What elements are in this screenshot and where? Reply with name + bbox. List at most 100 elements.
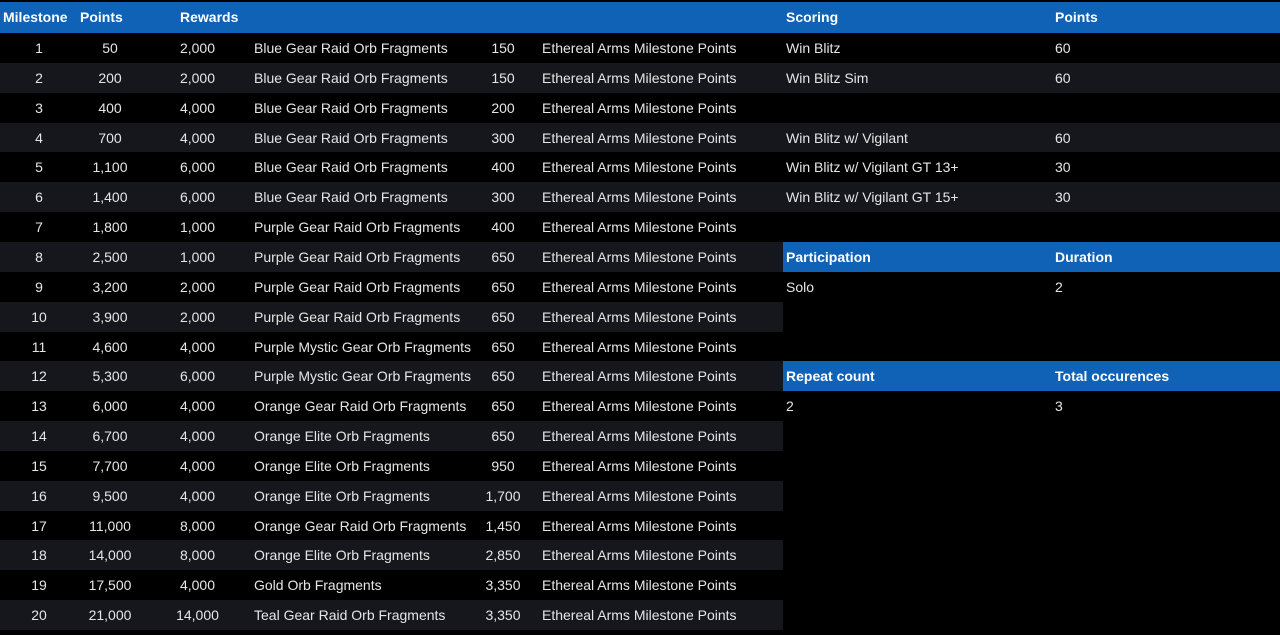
header-scoring-points: Points <box>1055 9 1098 25</box>
scoring-label: Participation <box>786 248 871 265</box>
scoring-row <box>783 331 1280 362</box>
header-scoring: Scoring <box>786 9 839 25</box>
table-row: 4 700 4,000 Blue Gear Raid Orb Fragments 300… <box>0 122 783 153</box>
milestone-number: 16 <box>31 487 47 504</box>
milestone-points: 1,400 <box>92 189 128 206</box>
section-header-row: Participation Duration <box>783 241 1280 272</box>
milestone-number: 14 <box>31 428 47 445</box>
milestone-points-amount: 650 <box>491 338 515 355</box>
reward-amount: 4,000 <box>179 457 216 474</box>
milestone-points: 17,500 <box>88 577 132 594</box>
reward-amount: 6,000 <box>179 189 216 206</box>
milestone-points-amount: 400 <box>491 159 515 176</box>
milestone-points: 5,300 <box>92 368 128 385</box>
scoring-value: 3 <box>1055 398 1063 415</box>
table-row: 6 1,400 6,000 Blue Gear Raid Orb Fragments 3… <box>0 182 783 213</box>
scoring-label: Win Blitz w/ Vigilant <box>786 129 908 146</box>
reward-amount: 4,000 <box>179 129 216 146</box>
milestone-number: 18 <box>31 547 47 564</box>
table-row: 13 6,000 4,000 Orange Gear Raid Orb Fragmen… <box>0 391 783 422</box>
reward-item: Blue Gear Raid Orb Fragments <box>254 69 448 86</box>
milestone-points: 7,700 <box>92 457 128 474</box>
milestone-points-type: Ethereal Arms Milestone Points <box>542 69 737 86</box>
milestone-points: 14,000 <box>88 547 132 564</box>
reward-amount: 2,000 <box>179 40 216 56</box>
table-row: 17 11,000 8,000 Orange Gear Raid Orb Fragme… <box>0 510 783 541</box>
reward-amount: 2,000 <box>179 278 216 295</box>
milestone-points: 3,200 <box>92 278 128 295</box>
scoring-value: 60 <box>1055 40 1071 56</box>
milestone-points-amount: 650 <box>491 278 515 295</box>
scoring-value: 2 <box>1055 278 1063 295</box>
milestone-points: 50 <box>102 40 118 56</box>
reward-amount: 4,000 <box>179 338 216 355</box>
scoring-row <box>783 301 1280 332</box>
milestone-points-type: Ethereal Arms Milestone Points <box>542 219 737 236</box>
milestone-points-amount: 150 <box>491 40 515 56</box>
milestone-points-amount: 650 <box>491 308 515 325</box>
reward-item: Purple Gear Raid Orb Fragments <box>254 219 461 236</box>
milestone-points-amount: 2,850 <box>485 547 521 564</box>
milestone-number: 11 <box>31 338 47 355</box>
milestone-points-amount: 400 <box>491 219 515 236</box>
reward-item: Blue Gear Raid Orb Fragments <box>254 129 448 146</box>
header-milestone: Milestone <box>3 9 68 25</box>
milestone-points-type: Ethereal Arms Milestone Points <box>542 547 737 564</box>
scoring-value: 30 <box>1055 189 1071 206</box>
reward-item: Gold Orb Fragments <box>254 577 382 594</box>
table-row: 16 9,500 4,000 Orange Elite Orb Fragments 1,… <box>0 480 783 511</box>
reward-amount: 2,000 <box>179 308 216 325</box>
milestone-points: 2,500 <box>92 248 128 265</box>
milestone-points-type: Ethereal Arms Milestone Points <box>542 189 737 206</box>
scoring-label: Solo <box>786 278 815 295</box>
milestone-number: 10 <box>31 308 47 325</box>
reward-amount: 14,000 <box>176 607 219 624</box>
header-rewards: Rewards <box>180 9 239 25</box>
milestone-points-amount: 650 <box>491 428 515 445</box>
milestone-points-amount: 1,450 <box>485 517 521 534</box>
scoring-value: 30 <box>1055 159 1071 176</box>
scoring-value: Total occurences <box>1055 368 1170 385</box>
reward-amount: 1,000 <box>179 219 216 236</box>
header-points: Points <box>80 9 123 25</box>
table-row: 7 1,800 1,000 Purple Gear Raid Orb Fragment… <box>0 212 783 243</box>
milestone-points-amount: 3,350 <box>485 577 521 594</box>
scoring-row: Win Blitz w/ Vigilant 60 <box>783 122 1280 153</box>
table-row: 9 3,200 2,000 Purple Gear Raid Orb Fragment… <box>0 271 783 302</box>
scoring-value: Duration <box>1055 248 1113 265</box>
milestone-number: 13 <box>31 398 47 415</box>
reward-item: Purple Gear Raid Orb Fragments <box>254 248 461 265</box>
reward-item: Blue Gear Raid Orb Fragments <box>254 99 448 116</box>
reward-item: Purple Gear Raid Orb Fragments <box>254 278 461 295</box>
milestone-points-type: Ethereal Arms Milestone Points <box>542 40 737 56</box>
reward-item: Purple Mystic Gear Orb Fragments <box>254 368 472 385</box>
milestone-points: 11,000 <box>89 517 131 534</box>
reward-amount: 6,000 <box>179 159 216 176</box>
scoring-label: Win Blitz w/ Vigilant GT 13+ <box>786 159 959 176</box>
milestone-points: 1,100 <box>92 159 128 176</box>
milestone-points-type: Ethereal Arms Milestone Points <box>542 338 737 355</box>
section-header-row: Repeat count Total occurences <box>783 361 1280 392</box>
scoring-row: Win Blitz 60 <box>783 33 1280 63</box>
reward-amount: 8,000 <box>179 547 216 564</box>
milestone-points-amount: 650 <box>491 248 515 265</box>
milestone-points-type: Ethereal Arms Milestone Points <box>542 159 737 176</box>
milestone-number: 9 <box>35 278 43 295</box>
reward-item: Blue Gear Raid Orb Fragments <box>254 159 448 176</box>
scoring-label: Win Blitz <box>786 40 841 56</box>
reward-amount: 4,000 <box>179 99 216 116</box>
reward-item: Orange Elite Orb Fragments <box>254 428 430 445</box>
table-row: 3 400 4,000 Blue Gear Raid Orb Fragments 200… <box>0 92 783 123</box>
milestone-points-type: Ethereal Arms Milestone Points <box>542 278 737 295</box>
milestone-number: 6 <box>35 189 43 206</box>
table-row: 12 5,300 6,000 Purple Mystic Gear Orb Fragm… <box>0 361 783 392</box>
reward-item: Orange Elite Orb Fragments <box>254 457 430 474</box>
milestone-number: 5 <box>35 159 43 176</box>
milestone-number: 2 <box>35 69 43 86</box>
milestone-points-type: Ethereal Arms Milestone Points <box>542 398 737 415</box>
table-row: 19 17,500 4,000 Gold Orb Fragments 3,350 Ethe… <box>0 570 783 601</box>
table-row: 2 200 2,000 Blue Gear Raid Orb Fragments 150… <box>0 62 783 93</box>
milestone-points: 700 <box>98 129 122 146</box>
milestone-points-type: Ethereal Arms Milestone Points <box>542 428 737 445</box>
scoring-row <box>783 212 1280 243</box>
